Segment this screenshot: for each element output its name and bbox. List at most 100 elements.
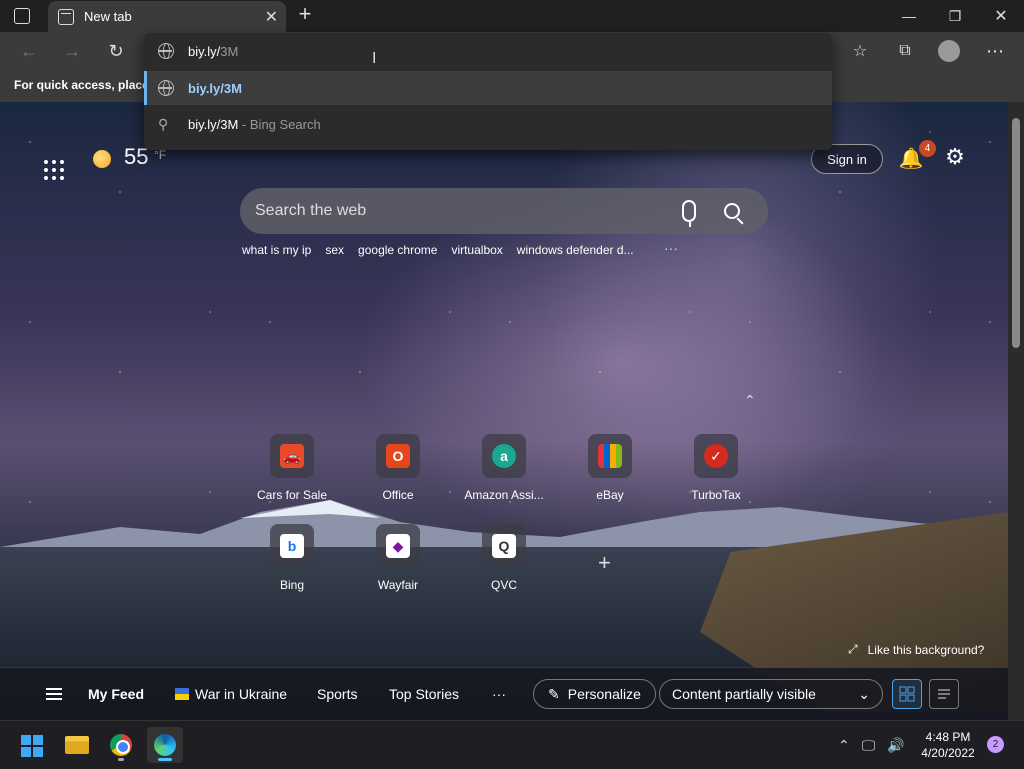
suggestion-url-text: biy.ly/3M [188, 80, 242, 96]
address-input[interactable]: biy.ly/3M [144, 33, 832, 69]
qvc-icon: Q [492, 534, 516, 558]
notification-count-badge[interactable]: 2 [987, 736, 1004, 753]
windows-start-icon[interactable] [14, 727, 50, 763]
list-view-button[interactable] [929, 679, 959, 709]
weather-unit: °F [154, 148, 167, 162]
file-explorer-icon[interactable] [59, 727, 95, 763]
content-visibility-dropdown[interactable]: Content partially visible ⌄ [659, 679, 883, 709]
microphone-icon[interactable] [682, 200, 696, 227]
clock-time: 4:48 PM [925, 730, 971, 744]
system-tray: ⌃ 🖵 🔊 [838, 721, 905, 769]
tab-bar: New tab ✕ + — ❐ ✕ [0, 0, 1024, 32]
more-menu-icon[interactable]: ⋯ [980, 36, 1010, 66]
web-search-box[interactable]: Search the web [240, 188, 768, 234]
address-bar-dropdown: biy.ly/3M biy.ly/3M ⚲ biy.ly/3M - Bing S… [144, 33, 832, 150]
chrome-icon[interactable] [103, 727, 139, 763]
ukraine-flag-icon [175, 688, 189, 700]
new-tab-page-icon [58, 8, 74, 25]
favorites-bar-hint: For quick access, place y [14, 78, 159, 92]
collections-icon[interactable]: ⧉ [890, 36, 920, 66]
weather-sun-icon[interactable] [93, 150, 111, 168]
grid-view-button[interactable] [892, 679, 922, 709]
tab-actions-icon[interactable] [14, 8, 30, 24]
personalize-button[interactable]: ✎ Personalize [533, 679, 656, 709]
trending-item[interactable]: virtualbox [451, 243, 502, 257]
bing-icon: b [280, 534, 304, 558]
hamburger-menu-icon[interactable] [46, 668, 62, 720]
address-autocomplete-text: 3M [220, 43, 239, 59]
refresh-icon[interactable]: ↻ [101, 36, 131, 66]
quicklink-office[interactable]: O Office [348, 434, 448, 502]
trending-item[interactable]: google chrome [358, 243, 437, 257]
trending-item[interactable]: windows defender d... [517, 243, 634, 257]
close-window-button[interactable]: ✕ [978, 0, 1024, 32]
new-tab-button[interactable]: + [294, 3, 316, 26]
tab-new-tab[interactable]: New tab ✕ [48, 1, 286, 32]
suggestion-search[interactable]: ⚲ biy.ly/3M - Bing Search [144, 107, 832, 141]
suggestion-search-suffix: - Bing Search [238, 116, 321, 132]
network-icon[interactable]: 🖵 [862, 737, 876, 754]
edge-icon[interactable] [147, 727, 183, 763]
trending-item[interactable]: sex [325, 243, 344, 257]
ebay-icon [598, 444, 622, 468]
minimize-button[interactable]: — [886, 0, 932, 32]
quicklink-amazon-assistant[interactable]: a Amazon Assi... [454, 434, 554, 502]
quicklink-label: Bing [279, 578, 305, 592]
quicklink-bing[interactable]: b Bing [242, 524, 342, 592]
forward-arrow-icon[interactable]: → [57, 36, 87, 66]
clock-date: 4/20/2022 [921, 746, 975, 760]
quicklink-ebay[interactable]: eBay [560, 434, 660, 502]
tab-label: War in Ukraine [195, 686, 288, 702]
content-visibility-label: Content partially visible [672, 686, 816, 702]
suggestion-search-text: biy.ly/3M [188, 116, 239, 132]
favorites-icon[interactable]: ☆ [845, 36, 875, 66]
trending-item[interactable]: what is my ip [242, 243, 311, 257]
tab-war-in-ukraine[interactable]: War in Ukraine [175, 668, 287, 720]
search-placeholder[interactable]: Search the web [255, 202, 682, 220]
profile-avatar[interactable] [938, 40, 960, 62]
add-site-button[interactable]: + [598, 550, 611, 576]
tab-sports[interactable]: Sports [317, 668, 357, 720]
trending-more-icon[interactable]: ··· [664, 240, 678, 256]
quicklink-qvc[interactable]: Q QVC [454, 524, 554, 592]
list-icon [938, 689, 950, 699]
amazon-assistant-icon: a [492, 444, 516, 468]
chevron-up-icon[interactable]: ⌃ [744, 392, 756, 409]
wayfair-icon: ◆ [386, 534, 410, 558]
page-scrollbar[interactable] [1008, 102, 1024, 720]
turbotax-icon: ✓ [704, 444, 728, 468]
quicklink-label: Wayfair [377, 578, 419, 592]
volume-icon[interactable]: 🔊 [887, 737, 904, 754]
search-icon[interactable] [724, 203, 740, 219]
tab-close-icon[interactable]: ✕ [265, 7, 278, 27]
personalize-label: Personalize [567, 686, 641, 702]
windows-taskbar: ⌃ 🖵 🔊 4:48 PM 4/20/2022 2 [0, 720, 1024, 768]
tab-title: New tab [84, 9, 132, 24]
quicklink-label: Amazon Assi... [464, 488, 544, 502]
back-arrow-icon[interactable]: ← [14, 36, 44, 66]
search-icon: ⚲ [158, 115, 169, 132]
restore-button[interactable]: ❐ [932, 0, 978, 32]
like-background-link[interactable]: ⤢ Like this background? [848, 642, 984, 657]
app-launcher-icon[interactable] [34, 150, 70, 186]
quicklink-turbotax[interactable]: ✓ TurboTax [666, 434, 766, 502]
trending-searches: what is my ip sex google chrome virtualb… [242, 243, 634, 257]
settings-gear-icon[interactable]: ⚙ [942, 144, 968, 170]
more-tabs-icon[interactable]: ··· [492, 668, 506, 720]
text-cursor-icon: I [372, 50, 377, 67]
quicklink-wayfair[interactable]: ◆ Wayfair [348, 524, 448, 592]
grid-icon [899, 686, 915, 702]
office-icon: O [386, 444, 410, 468]
taskbar-clock[interactable]: 4:48 PM 4/20/2022 [918, 729, 978, 761]
car-icon: 🚗 [280, 444, 304, 468]
scrollbar-thumb[interactable] [1012, 118, 1020, 348]
suggestion-url[interactable]: biy.ly/3M [144, 71, 832, 105]
like-background-text: Like this background? [867, 642, 985, 657]
quicklink-label: QVC [490, 578, 517, 592]
chevron-down-icon: ⌄ [858, 685, 870, 702]
quicklink-cars-for-sale[interactable]: 🚗 Cars for Sale [242, 434, 342, 502]
tab-my-feed[interactable]: My Feed [88, 668, 144, 720]
chevron-up-icon[interactable]: ⌃ [838, 737, 850, 754]
quicklink-label: TurboTax [691, 488, 741, 502]
tab-top-stories[interactable]: Top Stories [389, 668, 459, 720]
